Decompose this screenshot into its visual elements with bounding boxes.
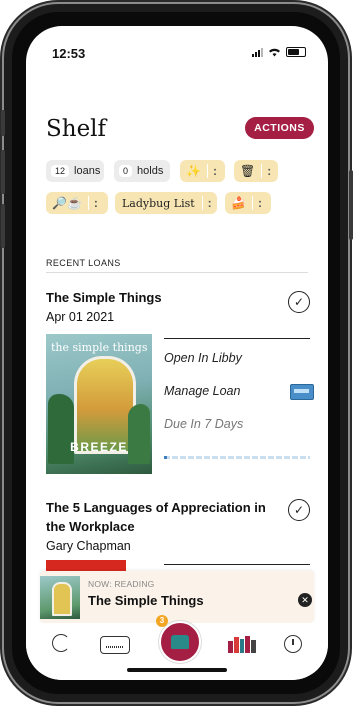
library-card-icon[interactable]: [290, 384, 314, 400]
reading-progress-fill: [164, 456, 167, 459]
section-divider: [46, 272, 308, 273]
trash-tag-chip[interactable]: 🗑 :: [234, 160, 278, 182]
loans-count: 12: [51, 165, 70, 177]
volume-down-button: [1, 204, 5, 248]
recent-loans-heading: RECENT LOANS: [46, 258, 121, 268]
loans-label: loans: [74, 165, 101, 177]
cake-icon: 🍰: [231, 196, 246, 210]
loan-title[interactable]: The 5 Languages of Appreciation in the W…: [46, 498, 278, 536]
reading-progress-bar: [164, 456, 310, 459]
holds-count: 0: [119, 165, 133, 177]
loop-icon[interactable]: [52, 634, 70, 652]
loan-date: Apr 01 2021: [46, 310, 115, 324]
power-button: [349, 170, 353, 240]
actions-button[interactable]: ACTIONS: [245, 117, 314, 139]
now-reading-title: The Simple Things: [88, 593, 204, 608]
signal-icon: [252, 47, 263, 57]
manage-loan-link[interactable]: Manage Loan: [164, 384, 240, 398]
search-coffee-tag-chip[interactable]: 🔎☕ :: [46, 192, 108, 214]
status-bar: 12:53: [26, 26, 328, 70]
magnifier-coffee-icon: 🔎☕: [52, 196, 82, 210]
cover-masthead: the simple things: [51, 341, 148, 354]
more-icon[interactable]: :: [262, 164, 276, 178]
more-icon[interactable]: :: [253, 196, 267, 210]
close-icon[interactable]: ✕: [298, 593, 312, 607]
more-icon[interactable]: :: [203, 196, 217, 210]
holds-filter-chip[interactable]: 0 holds: [114, 160, 170, 182]
status-icons: [252, 47, 306, 57]
due-date-label: Due In 7 Days: [164, 417, 244, 431]
now-reading-eyebrow: NOW: READING: [88, 579, 155, 589]
mute-switch: [1, 110, 5, 136]
now-reading-bar[interactable]: NOW: READING The Simple Things ✕: [40, 571, 314, 623]
shelf-books-icon[interactable]: [228, 635, 256, 653]
cake-tag-chip[interactable]: 🍰 :: [225, 192, 271, 214]
loan-title[interactable]: The Simple Things: [46, 288, 162, 307]
now-reading-cover: [40, 576, 80, 619]
more-icon[interactable]: :: [89, 196, 103, 210]
cover-issue-word: BREEZE: [70, 440, 128, 454]
keyboard-icon[interactable]: [100, 636, 130, 654]
volume-up-button: [1, 150, 5, 194]
sparkle-icon: ✨: [186, 164, 201, 178]
check-icon[interactable]: ✓: [288, 291, 310, 313]
sparkle-tag-chip[interactable]: ✨ :: [180, 160, 225, 182]
more-icon[interactable]: :: [208, 164, 222, 178]
loans-filter-chip[interactable]: 12 loans: [46, 160, 104, 182]
app-screen: 12:53 Shelf ACTIONS 12 loans 0 holds ✨ :…: [26, 26, 328, 680]
home-indicator: [127, 668, 227, 672]
loan-author: Gary Chapman: [46, 539, 131, 553]
book-cover[interactable]: the simple things BREEZE: [46, 334, 152, 474]
page-title: Shelf: [46, 116, 107, 142]
battery-icon: [286, 47, 306, 57]
holds-label: holds: [137, 165, 164, 177]
status-time: 12:53: [52, 46, 86, 61]
wifi-icon: [269, 48, 280, 57]
clock-icon[interactable]: [284, 635, 302, 653]
loan-actions-divider: [164, 564, 310, 565]
loan-actions-divider: [164, 338, 310, 339]
ladybug-list-chip[interactable]: Ladybug List :: [115, 192, 217, 214]
notification-badge: 3: [156, 615, 168, 627]
check-icon[interactable]: ✓: [288, 499, 310, 521]
trash-icon: 🗑: [240, 164, 256, 178]
ladybug-list-label: Ladybug List: [122, 196, 195, 210]
open-in-libby-link[interactable]: Open In Libby: [164, 351, 242, 365]
home-tab-button[interactable]: [159, 621, 201, 663]
